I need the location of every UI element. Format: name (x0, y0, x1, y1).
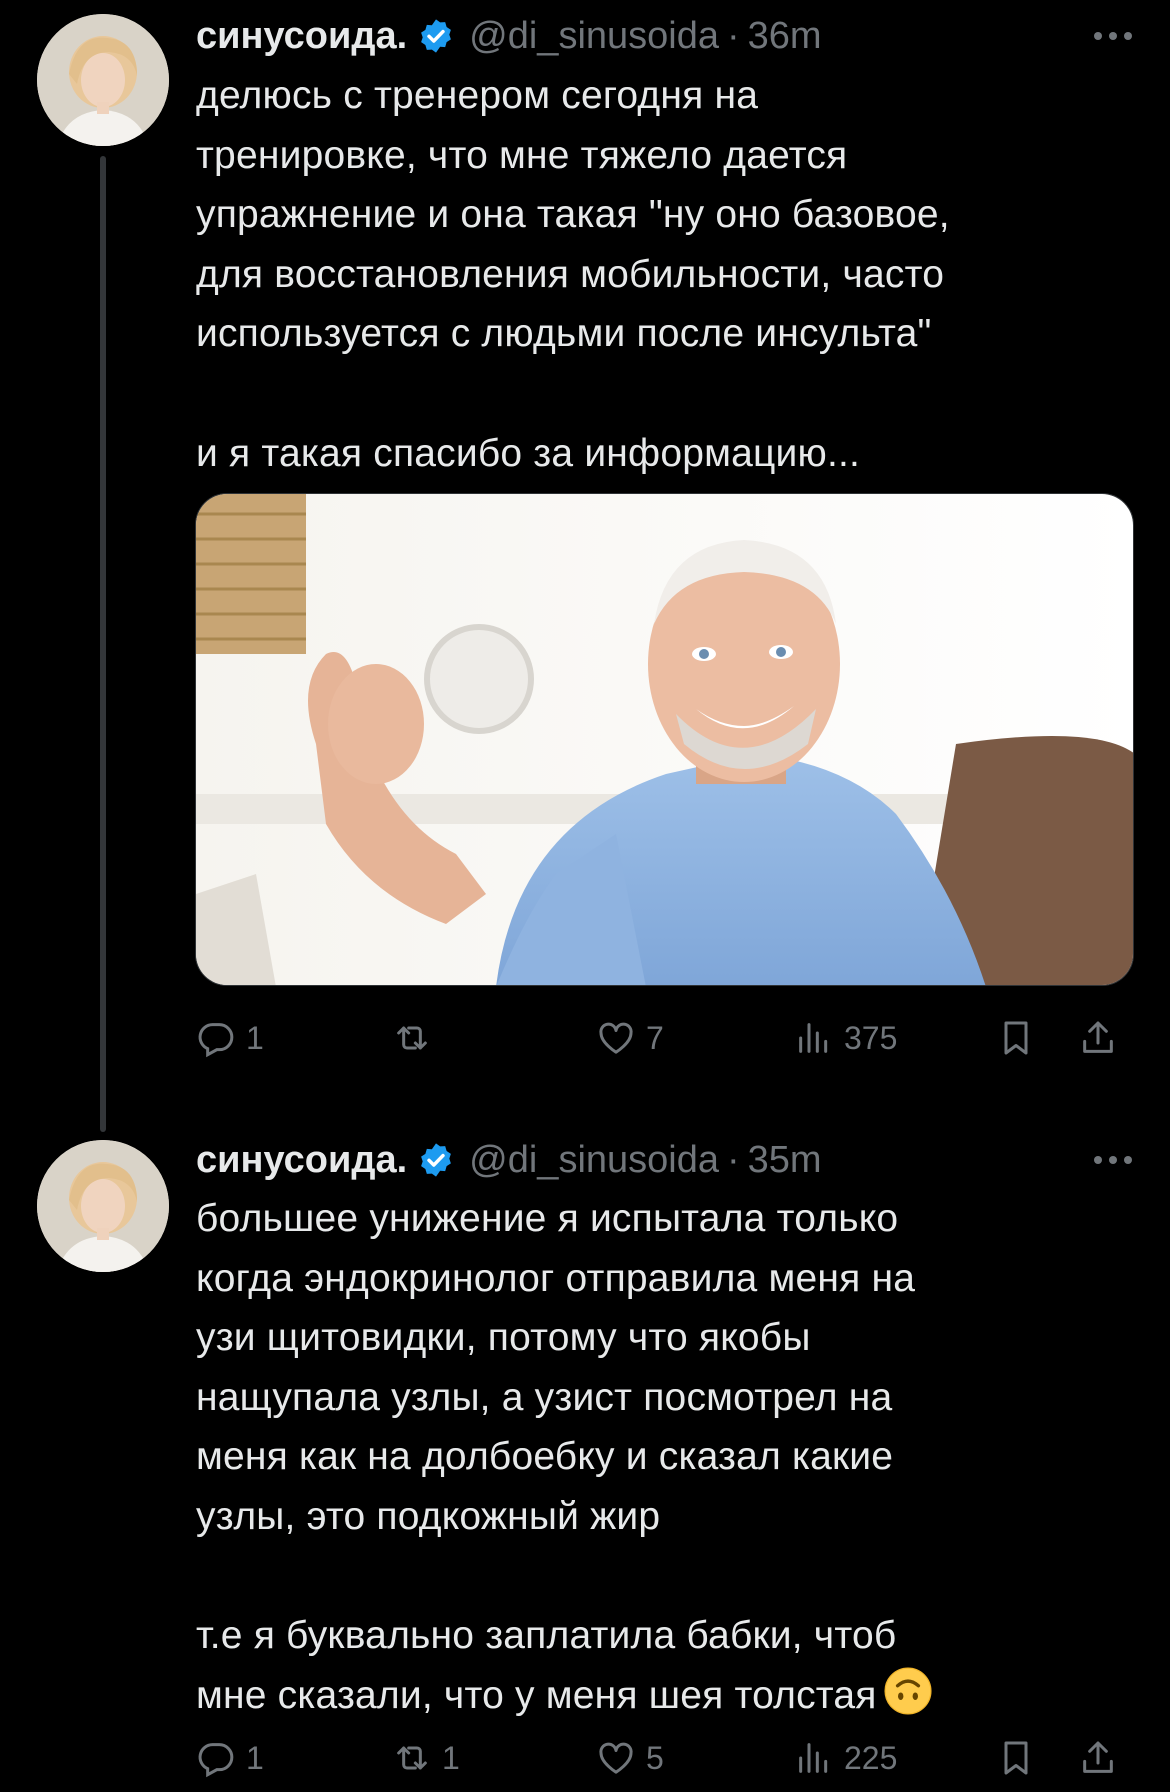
bookmark-button[interactable] (996, 1008, 1036, 1068)
avatar-image (37, 1140, 169, 1272)
tweet-text-content: большее унижение я испытала только когда… (196, 1197, 916, 1717)
upside-down-face-emoji-icon (884, 1667, 932, 1715)
share-icon (1083, 1021, 1113, 1053)
tweet-2[interactable]: синусоида. @di_sinusoida · 35m большее у… (0, 1130, 1170, 1792)
thread-line (100, 156, 106, 1132)
retweet-count: 1 (442, 1739, 460, 1776)
share-button[interactable] (1078, 1728, 1118, 1788)
retweet-icon (397, 1026, 427, 1050)
avatar-image (37, 14, 169, 146)
like-count: 5 (646, 1739, 664, 1776)
verified-badge-icon (421, 19, 452, 53)
display-name[interactable]: синусоида. (196, 1139, 407, 1182)
tweet-1[interactable]: синусоида. @di_sinusoida · 36m делюсь с … (0, 0, 1170, 1132)
tweet-text: большее унижение я испытала только когда… (196, 1189, 1146, 1725)
reply-count: 1 (246, 1019, 264, 1056)
tweet-header: синусоида. @di_sinusoida · 36m (196, 11, 822, 61)
share-button[interactable] (1078, 1008, 1118, 1068)
like-button[interactable]: 7 (596, 1008, 664, 1068)
like-button[interactable]: 5 (596, 1728, 664, 1788)
tweet-header: синусоида. @di_sinusoida · 35m (196, 1135, 822, 1185)
tweet-text: делюсь с тренером сегодня на тренировке,… (196, 74, 950, 475)
bookmark-button[interactable] (996, 1728, 1036, 1788)
views-count: 225 (844, 1739, 898, 1776)
retweet-button[interactable]: 1 (392, 1728, 460, 1788)
share-icon (1083, 1741, 1113, 1773)
reply-icon (198, 1023, 234, 1058)
like-count: 7 (646, 1019, 664, 1056)
views-icon (799, 1743, 828, 1773)
more-icon[interactable] (1094, 11, 1132, 61)
more-icon[interactable] (1094, 1135, 1132, 1185)
views-button[interactable]: 375 (794, 1008, 897, 1068)
separator-dot: · (727, 1138, 740, 1181)
reply-button[interactable]: 1 (196, 1728, 264, 1788)
timestamp[interactable]: 36m (748, 15, 822, 58)
retweet-button[interactable] (392, 1008, 442, 1068)
avatar[interactable] (37, 1140, 169, 1272)
verified-badge-icon (421, 1143, 452, 1177)
views-button[interactable]: 225 (794, 1728, 897, 1788)
reply-count: 1 (246, 1739, 264, 1776)
handle[interactable]: @di_sinusoida (469, 15, 719, 58)
reply-icon (198, 1743, 234, 1778)
avatar[interactable] (37, 14, 169, 146)
handle[interactable]: @di_sinusoida (469, 1139, 719, 1182)
like-icon (599, 1022, 633, 1054)
bookmark-icon (1004, 1021, 1028, 1055)
tweet-actions: 1 1 5 225 (196, 1728, 1136, 1788)
separator-dot: · (727, 14, 740, 57)
display-name[interactable]: синусоида. (196, 15, 407, 58)
bookmark-icon (1004, 1741, 1028, 1775)
tweet-actions: 1 7 375 (196, 1008, 1136, 1068)
views-icon (799, 1023, 828, 1053)
reply-button[interactable]: 1 (196, 1008, 264, 1068)
meme-photo (196, 494, 1133, 985)
timestamp[interactable]: 35m (748, 1139, 822, 1182)
tweet-media-image[interactable] (195, 493, 1134, 986)
views-count: 375 (844, 1019, 898, 1056)
retweet-icon (397, 1746, 427, 1770)
like-icon (599, 1742, 633, 1774)
